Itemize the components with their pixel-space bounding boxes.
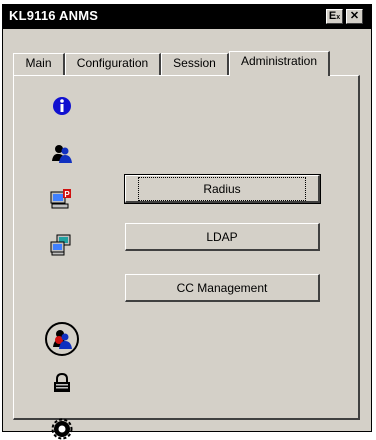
ldap-button[interactable]: LDAP [125, 223, 320, 251]
user-account-icon[interactable] [51, 328, 73, 350]
tab-configuration[interactable]: Configuration [65, 53, 161, 75]
tab-administration[interactable]: Administration [229, 51, 330, 76]
tab-session[interactable]: Session [161, 53, 229, 75]
close-icon: ✕ [349, 10, 360, 22]
cc-management-button-label: CC Management [176, 280, 268, 295]
tab-main[interactable]: Main [13, 53, 65, 75]
radius-button[interactable]: Radius [124, 174, 321, 204]
radius-button-label: Radius [138, 176, 306, 201]
title-bar[interactable]: KL9116 ANMS Ex ✕ [3, 5, 371, 29]
ldap-button-label: LDAP [206, 229, 238, 244]
cc-management-button[interactable]: CC Management [125, 274, 320, 302]
user-admin-icon[interactable] [51, 142, 73, 164]
close-button[interactable]: ✕ [346, 9, 363, 24]
computer-network-icon[interactable] [50, 234, 72, 256]
info-icon[interactable] [51, 95, 73, 117]
settings-gear-icon[interactable] [51, 418, 73, 440]
exit-button[interactable]: Ex [326, 9, 343, 24]
svg-text:P: P [64, 190, 70, 199]
exit-button-sub: x [336, 14, 341, 21]
lock-icon[interactable] [51, 372, 73, 394]
window-title: KL9116 ANMS [9, 8, 99, 23]
administration-panel: P Radius LDAP CC Management [13, 75, 360, 440]
app-window: KL9116 ANMS Ex ✕ Main Configuration Sess… [2, 4, 372, 440]
computer-alert-icon[interactable]: P [50, 188, 72, 210]
